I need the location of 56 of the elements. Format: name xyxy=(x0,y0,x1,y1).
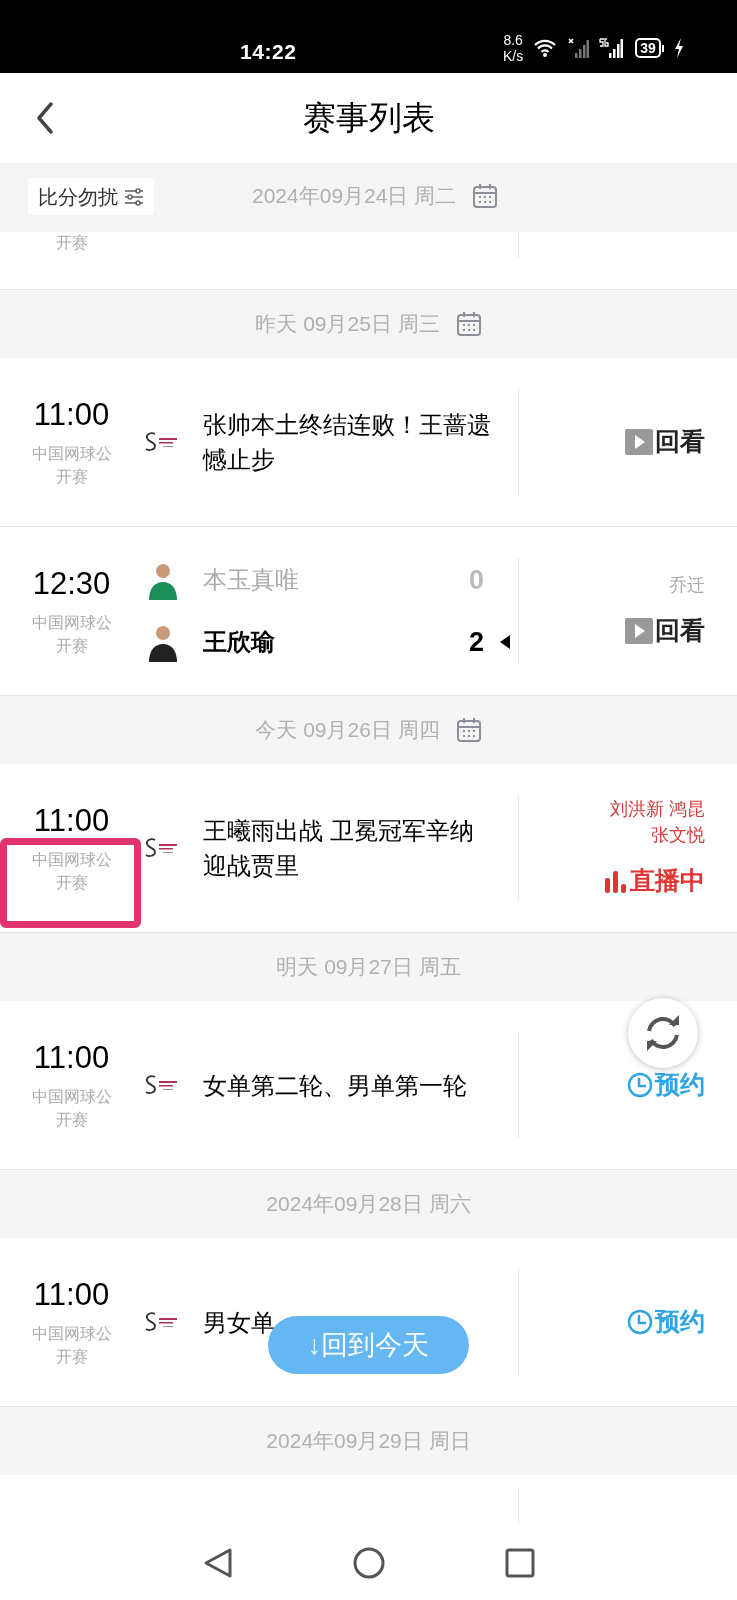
reserve-button[interactable]: 预约 xyxy=(627,1066,705,1104)
signal-off-icon xyxy=(567,37,590,59)
bars-icon xyxy=(604,868,628,894)
reserve-button[interactable]: 预约 xyxy=(627,1303,705,1341)
clock-icon xyxy=(627,1072,653,1098)
battery-icon: 39 xyxy=(635,38,661,58)
network-speed: 8.6 xyxy=(503,32,523,48)
player-name: 王欣瑜 xyxy=(203,627,276,657)
competition-name: 中国网球公开赛 xyxy=(30,444,113,487)
match-time: 11:00 xyxy=(33,1276,110,1314)
player-score: 0 xyxy=(468,563,484,597)
match-title: 王曦雨出战 卫冕冠军辛纳迎战贾里 xyxy=(203,816,475,881)
competition-name: 开赛 xyxy=(55,233,88,253)
back-nav-icon[interactable] xyxy=(202,1546,233,1579)
play-icon xyxy=(625,429,653,455)
score-filter-button[interactable]: 比分勿扰 xyxy=(28,178,154,215)
commentator-name: 刘洪新 鸿昆 xyxy=(610,798,705,822)
charging-icon xyxy=(673,38,684,58)
back-icon[interactable] xyxy=(36,101,54,135)
replay-button[interactable]: 回看 xyxy=(625,423,705,461)
winner-marker-icon xyxy=(500,635,510,649)
player-name: 本玉真唯 xyxy=(203,565,300,595)
commentator-name: 乔迁 xyxy=(669,574,705,598)
home-nav-icon[interactable] xyxy=(352,1546,385,1579)
competition-name: 中国网球公开赛 xyxy=(30,613,113,656)
page-title: 赛事列表 xyxy=(302,98,435,139)
competition-name: 中国网球公开赛 xyxy=(30,1324,113,1367)
commentator-name: 张文悦 xyxy=(651,824,705,848)
calendar-icon[interactable] xyxy=(455,311,482,337)
live-button[interactable]: 直播中 xyxy=(604,862,705,900)
competition-name: 中国网球公开赛 xyxy=(30,1087,113,1130)
clock-icon xyxy=(627,1309,653,1335)
calendar-icon[interactable] xyxy=(472,182,499,209)
match-time: 11:00 xyxy=(33,1039,110,1077)
recents-nav-icon[interactable] xyxy=(504,1547,535,1578)
date-label: 昨天 09月25日 周三 xyxy=(255,311,440,338)
calendar-icon[interactable] xyxy=(455,717,482,743)
play-icon xyxy=(625,618,653,644)
match-time: 11:00 xyxy=(33,802,110,840)
date-label: 明天 09月27日 周五 xyxy=(276,954,461,981)
clock-time: 14:22 xyxy=(240,39,297,65)
date-label: 2024年09月24日 周二 xyxy=(252,183,457,209)
match-title: 张帅本土终结连败！王蔷遗憾止步 xyxy=(203,410,492,475)
match-time: 11:00 xyxy=(33,396,110,434)
date-label: 今天 09月26日 周四 xyxy=(255,717,440,744)
signal-5g-icon xyxy=(599,37,624,59)
date-label: 2024年09月29日 周日 xyxy=(266,1428,471,1455)
match-time: 12:30 xyxy=(32,565,111,603)
sliders-icon xyxy=(124,187,144,206)
match-title: 女单第二轮、男单第一轮 xyxy=(203,1070,468,1101)
replay-button[interactable]: 回看 xyxy=(625,612,705,650)
wifi-icon xyxy=(533,38,558,58)
date-label: 2024年09月28日 周六 xyxy=(266,1191,471,1218)
player-score: 2 xyxy=(468,625,484,659)
network-speed: K/s xyxy=(503,48,524,64)
competition-name: 中国网球公开赛 xyxy=(30,850,113,893)
